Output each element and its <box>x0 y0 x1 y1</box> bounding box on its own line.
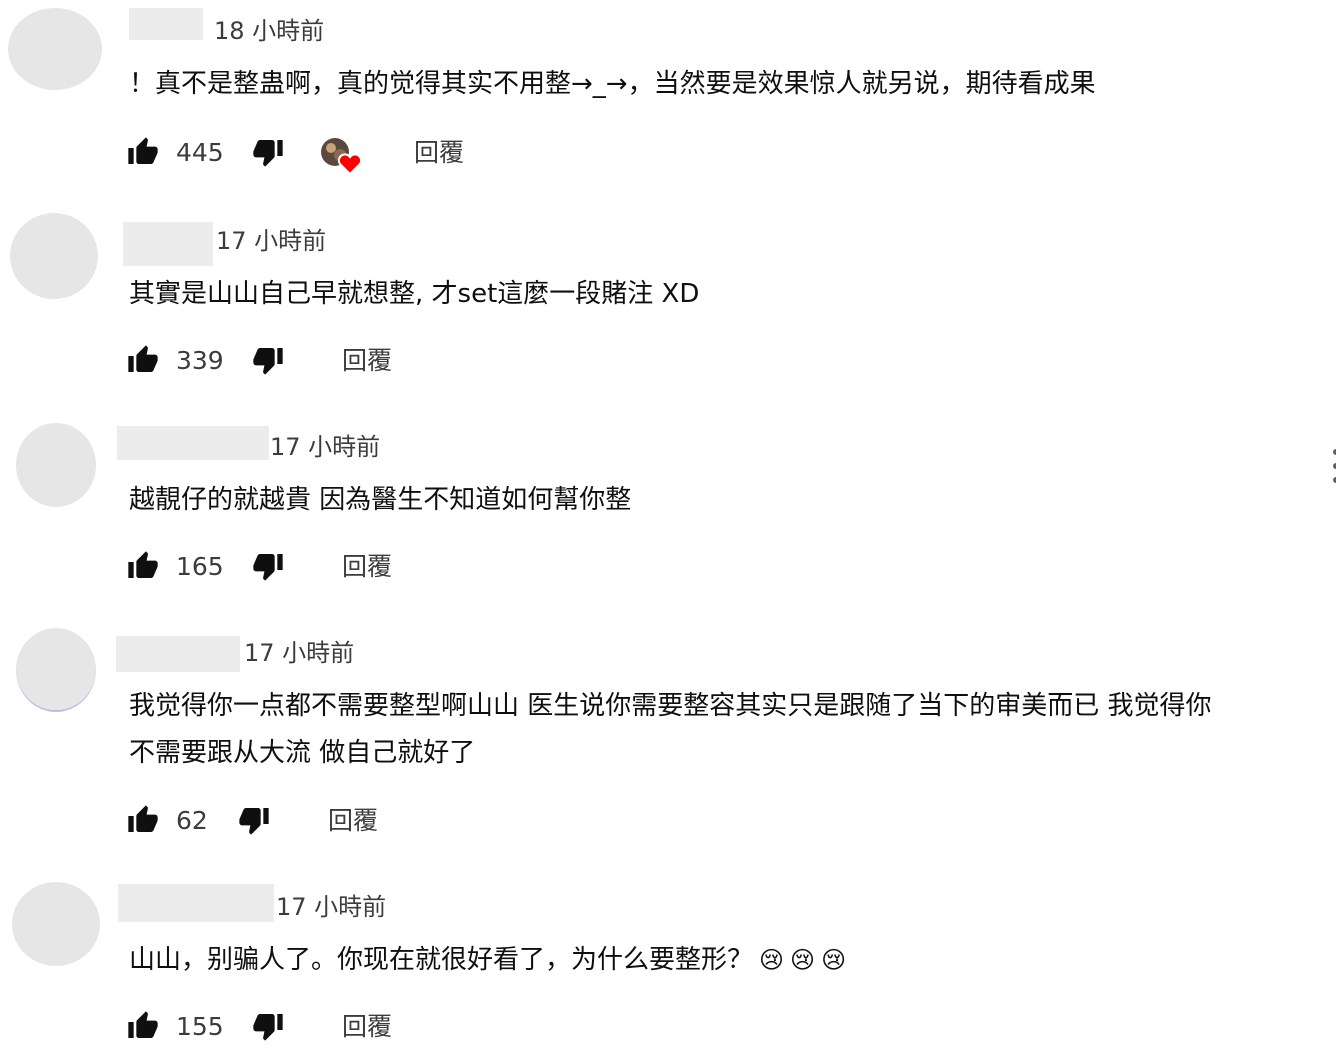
thumbs-up-icon <box>127 804 159 836</box>
like-count: 165 <box>176 552 224 581</box>
creator-heart-badge <box>320 136 363 176</box>
thumbs-up-icon <box>127 344 159 376</box>
crying-face-emoji: 😢 <box>759 946 785 974</box>
dislike-button[interactable] <box>252 550 284 582</box>
thumbs-up-icon <box>127 136 159 168</box>
comment-text-line-1: 我觉得你一点都不需要整型啊山山 医生说你需要整容其实只是跟随了当下的审美而已 我… <box>129 691 1212 721</box>
author-name-redacted[interactable] <box>129 8 203 40</box>
author-name-redacted[interactable] <box>118 884 274 922</box>
thumbs-down-icon <box>252 550 284 582</box>
like-count: 339 <box>176 346 224 375</box>
like-button[interactable] <box>127 136 159 168</box>
thumbs-down-icon <box>252 136 284 168</box>
comments-page: 18 小時前 ！真不是整蛊啊，真的觉得其实不用整→_→，当然要是效果惊人就另说，… <box>0 0 1336 1056</box>
reply-button[interactable]: 回覆 <box>342 346 392 376</box>
comment-timestamp[interactable]: 18 小時前 <box>214 16 324 46</box>
comment-timestamp[interactable]: 17 小時前 <box>276 892 386 922</box>
avatar[interactable] <box>16 423 96 507</box>
reply-button[interactable]: 回覆 <box>414 138 464 168</box>
comment-text: 山山，别骗人了。你现在就很好看了，为什么要整形？ 😢 😢 😢 <box>129 937 846 983</box>
avatar[interactable] <box>16 628 96 712</box>
crying-face-emoji: 😢 <box>790 946 816 974</box>
comment-text-line-2: 不需要跟从大流 做自己就好了 <box>129 738 476 768</box>
comment-timestamp[interactable]: 17 小時前 <box>244 638 354 668</box>
like-button[interactable] <box>127 344 159 376</box>
dislike-button[interactable] <box>252 344 284 376</box>
reply-button[interactable]: 回覆 <box>342 552 392 582</box>
comment-timestamp[interactable]: 17 小時前 <box>270 432 380 462</box>
like-button[interactable] <box>127 1010 159 1042</box>
reply-button[interactable]: 回覆 <box>328 806 378 836</box>
more-options-icon[interactable] <box>1330 448 1336 484</box>
thumbs-down-icon <box>238 804 270 836</box>
avatar[interactable] <box>10 213 98 299</box>
like-count: 155 <box>176 1012 224 1041</box>
comment-text: 其實是山山自己早就想整, 才set這麼一段賭注 XD <box>129 279 700 309</box>
avatar[interactable] <box>8 8 102 90</box>
like-button[interactable] <box>127 550 159 582</box>
author-name-redacted[interactable] <box>116 636 240 672</box>
avatar[interactable] <box>12 882 100 966</box>
dislike-button[interactable] <box>252 1010 284 1042</box>
dislike-button[interactable] <box>238 804 270 836</box>
thumbs-up-icon <box>127 550 159 582</box>
comment-text: ！真不是整蛊啊，真的觉得其实不用整→_→，当然要是效果惊人就另说，期待看成果 <box>129 69 1096 99</box>
thumbs-up-icon <box>127 1010 159 1042</box>
thumbs-down-icon <box>252 1010 284 1042</box>
reply-button[interactable]: 回覆 <box>342 1012 392 1042</box>
comment-text: 越靚仔的就越貴 因為醫生不知道如何幫你整 <box>129 485 632 515</box>
like-count: 62 <box>176 806 208 835</box>
like-button[interactable] <box>127 804 159 836</box>
like-count: 445 <box>176 138 224 167</box>
creator-avatar-heart-icon <box>321 138 363 176</box>
comment-text-body: 山山，别骗人了。你现在就很好看了，为什么要整形？ <box>129 945 754 975</box>
dislike-button[interactable] <box>252 136 284 168</box>
author-name-redacted[interactable] <box>123 222 213 266</box>
comment-timestamp[interactable]: 17 小時前 <box>216 226 326 256</box>
author-name-redacted[interactable] <box>117 426 269 460</box>
thumbs-down-icon <box>252 344 284 376</box>
crying-face-emoji: 😢 <box>821 946 847 974</box>
